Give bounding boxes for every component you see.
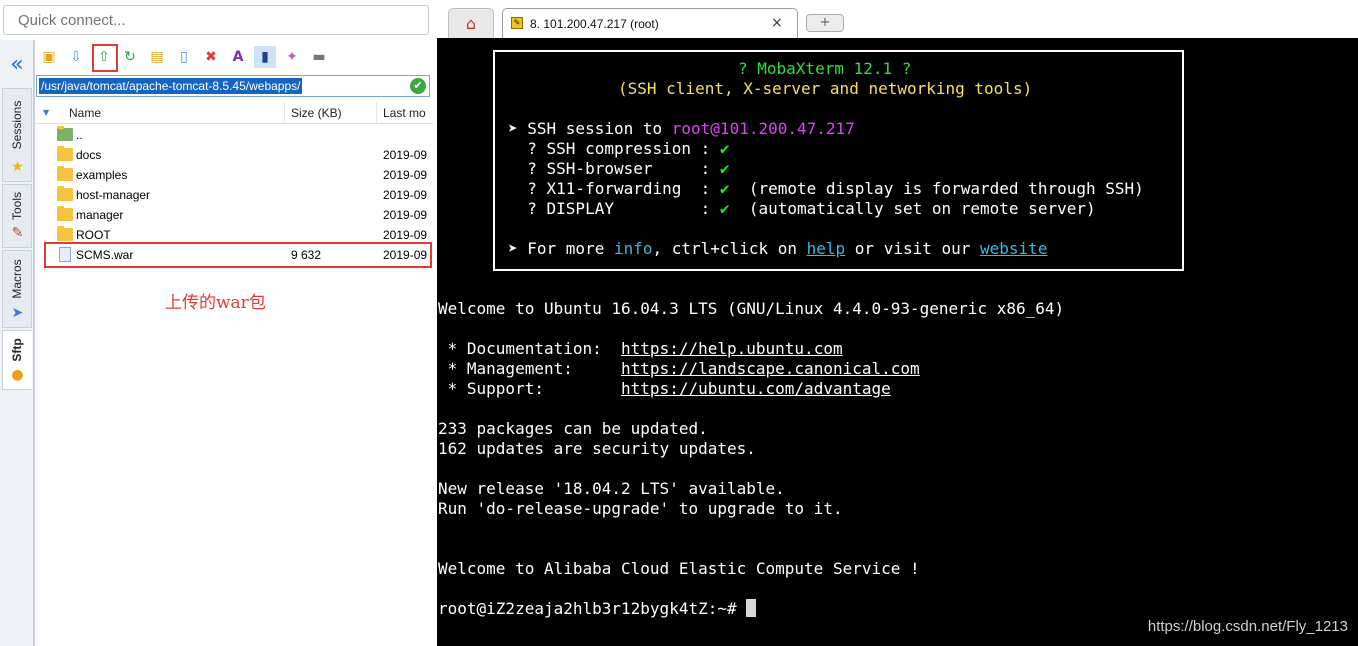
folder-icon bbox=[57, 226, 73, 241]
alibaba-line: Welcome to Alibaba Cloud Elastic Compute… bbox=[438, 559, 920, 578]
download-icon[interactable]: ⇩ bbox=[65, 46, 87, 68]
file-row-host-manager[interactable]: host-manager 2019-09 bbox=[35, 185, 433, 205]
support-line: * Support: https://ubuntu.com/advantage bbox=[438, 379, 891, 398]
support-link[interactable]: https://ubuntu.com/advantage bbox=[621, 379, 891, 398]
packages-line: 233 packages can be updated. bbox=[438, 419, 708, 438]
tab-sftp[interactable]: Sftp ● bbox=[2, 330, 32, 390]
feature-x11: ? X11-forwarding : ✔ (remote display is … bbox=[508, 179, 1144, 198]
tab-ssh-session[interactable]: ✎ 8. 101.200.47.217 (root) × bbox=[502, 8, 798, 38]
collapse-sidebar-icon[interactable]: « bbox=[6, 54, 28, 76]
macro-icon: ➤ bbox=[11, 305, 24, 321]
prompt-line[interactable]: root@iZ2zeaja2hlb3r12bygk4tZ:~# bbox=[438, 599, 757, 619]
path-confirm-icon[interactable]: ✔ bbox=[410, 78, 426, 94]
file-name: examples bbox=[76, 168, 128, 182]
website-link[interactable]: website bbox=[980, 239, 1047, 258]
info-link[interactable]: info bbox=[614, 239, 653, 258]
folder-icon bbox=[57, 146, 73, 161]
doc-line: * Documentation: https://help.ubuntu.com bbox=[438, 339, 843, 358]
file-row-manager[interactable]: manager 2019-09 bbox=[35, 205, 433, 225]
welcome-ubuntu: Welcome to Ubuntu 16.04.3 LTS (GNU/Linux… bbox=[438, 299, 1065, 318]
file-date: 2019-09 bbox=[383, 208, 428, 222]
tab-sessions[interactable]: Sessions ★ bbox=[2, 88, 32, 182]
folder-icon bbox=[57, 166, 73, 181]
feature-compression: ? SSH compression : ✔ bbox=[508, 139, 730, 158]
tools-icon: ✎ bbox=[11, 225, 24, 241]
mgmt-link[interactable]: https://landscape.canonical.com bbox=[621, 359, 920, 378]
annotation-text: 上传的war包 bbox=[165, 293, 266, 313]
close-tab-icon[interactable]: × bbox=[771, 9, 783, 37]
ssh-session-line: ➤ SSH session to root@101.200.47.217 bbox=[508, 119, 855, 138]
file-name: manager bbox=[76, 208, 124, 222]
file-row-docs[interactable]: docs 2019-09 bbox=[35, 145, 433, 165]
file-date: 2019-09 bbox=[383, 148, 428, 162]
parent-folder-icon[interactable]: ▣ bbox=[38, 46, 60, 68]
side-tab-strip: « Sessions ★ Tools ✎ Macros ➤ Sftp ● bbox=[0, 40, 34, 646]
rename-icon[interactable]: A bbox=[227, 46, 249, 68]
file-name: .. bbox=[76, 128, 83, 142]
folder-icon bbox=[57, 206, 73, 221]
feature-display: ? DISPLAY : ✔ (automatically set on remo… bbox=[508, 199, 1096, 218]
folder-icon bbox=[57, 186, 73, 201]
help-link[interactable]: help bbox=[807, 239, 846, 258]
doc-link[interactable]: https://help.ubuntu.com bbox=[621, 339, 843, 358]
upgrade-line: Run 'do-release-upgrade' to upgrade to i… bbox=[438, 499, 843, 518]
file-list-header: ▼ Name Size (KB) Last mo bbox=[35, 102, 433, 124]
tab-tools[interactable]: Tools ✎ bbox=[2, 184, 32, 248]
file-date: 2019-09 bbox=[383, 168, 428, 182]
tab-title: 8. 101.200.47.217 (root) bbox=[530, 17, 659, 31]
sftp-icon: ● bbox=[11, 367, 24, 383]
column-modified[interactable]: Last mo bbox=[377, 102, 433, 124]
watermark: https://blog.csdn.net/Fly_1213 bbox=[1147, 618, 1348, 635]
tab-sessions-label: Sessions bbox=[10, 100, 24, 150]
terminal-cursor bbox=[746, 599, 757, 617]
terminal[interactable]: ? MobaXterm 12.1 ? (SSH client, X-server… bbox=[437, 38, 1358, 646]
shell-prompt: root@iZ2zeaja2hlb3r12bygk4tZ:~# bbox=[438, 599, 747, 618]
quick-connect-input[interactable] bbox=[3, 5, 429, 35]
new-file-icon[interactable]: ▯ bbox=[173, 46, 195, 68]
path-bar[interactable]: /usr/java/tomcat/apache-tomcat-8.5.45/we… bbox=[36, 75, 430, 97]
more-info-line: ➤ For more info, ctrl+click on help or v… bbox=[508, 239, 1048, 258]
file-name: host-manager bbox=[76, 188, 151, 202]
left-pane: « Sessions ★ Tools ✎ Macros ➤ Sftp ● ▣ ⇩… bbox=[0, 0, 433, 646]
new-folder-icon[interactable]: ▤ bbox=[146, 46, 168, 68]
feature-browser: ? SSH-browser : ✔ bbox=[508, 159, 730, 178]
permissions-icon[interactable]: ▮ bbox=[254, 46, 276, 68]
home-tab[interactable]: ⌂ bbox=[448, 8, 494, 38]
tab-tools-label: Tools bbox=[10, 191, 24, 221]
file-name: docs bbox=[76, 148, 102, 162]
parent-folder-icon bbox=[57, 126, 73, 141]
tab-sftp-label: Sftp bbox=[10, 338, 24, 362]
column-size[interactable]: Size (KB) bbox=[285, 102, 377, 124]
refresh-icon[interactable]: ↻ bbox=[119, 46, 141, 68]
file-row-examples[interactable]: examples 2019-09 bbox=[35, 165, 433, 185]
tab-macros[interactable]: Macros ➤ bbox=[2, 250, 32, 328]
war-highlight-box bbox=[44, 242, 432, 268]
banner-title: ? MobaXterm 12.1 ? bbox=[738, 59, 912, 78]
delete-icon[interactable]: ✖ bbox=[200, 46, 222, 68]
mgmt-line: * Management: https://landscape.canonica… bbox=[438, 359, 920, 378]
follow-terminal-icon[interactable]: ✦ bbox=[281, 46, 303, 68]
sftp-browser: ▣ ⇩ ⇧ ↻ ▤ ▯ ✖ A ▮ ✦ ▬ /usr/java/tomcat/a… bbox=[34, 40, 433, 646]
tab-macros-label: Macros bbox=[10, 259, 24, 299]
home-icon: ⌂ bbox=[465, 14, 477, 33]
star-icon: ★ bbox=[11, 159, 24, 175]
banner-subtitle: (SSH client, X-server and networking too… bbox=[618, 79, 1033, 98]
new-tab-button[interactable]: + bbox=[806, 14, 844, 32]
upload-highlight-box bbox=[92, 44, 118, 72]
column-name[interactable]: Name bbox=[63, 102, 285, 124]
sort-desc-icon: ▼ bbox=[43, 108, 50, 117]
path-text[interactable]: /usr/java/tomcat/apache-tomcat-8.5.45/we… bbox=[39, 78, 303, 94]
terminal-folder-icon[interactable]: ▬ bbox=[308, 46, 330, 68]
security-line: 162 updates are security updates. bbox=[438, 439, 756, 458]
session-tab-bar: ⌂ ✎ 8. 101.200.47.217 (root) × + bbox=[432, 0, 1358, 38]
ssh-key-icon: ✎ bbox=[511, 17, 523, 29]
file-date: 2019-09 bbox=[383, 188, 428, 202]
file-row-parent[interactable]: .. bbox=[35, 125, 433, 145]
release-line: New release '18.04.2 LTS' available. bbox=[438, 479, 785, 498]
